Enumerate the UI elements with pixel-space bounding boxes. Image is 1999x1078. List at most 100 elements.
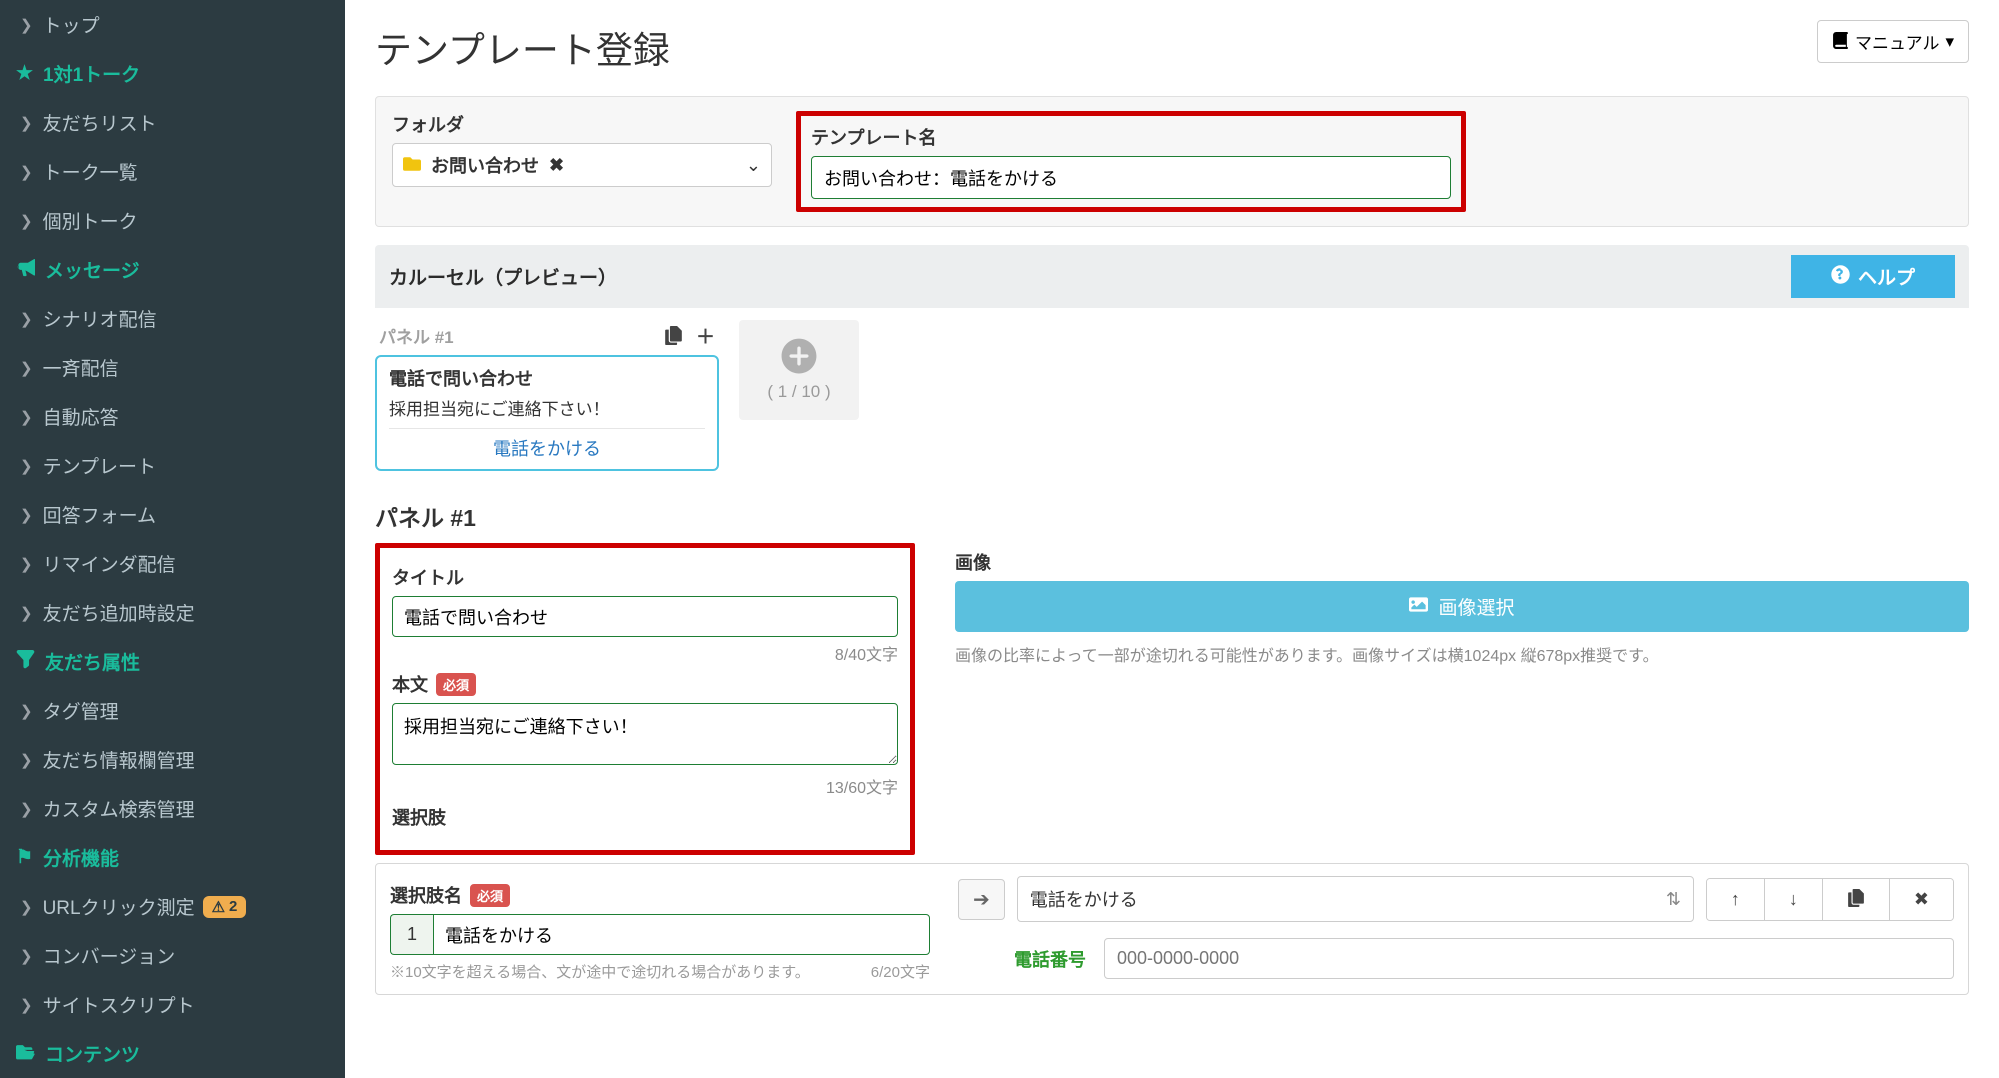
sidebar-item-scenario[interactable]: ❯シナリオ配信 bbox=[0, 294, 345, 343]
move-up-button[interactable]: ↑ bbox=[1707, 879, 1765, 920]
sidebar-item-tag[interactable]: ❯タグ管理 bbox=[0, 686, 345, 735]
sidebar-item-label: URLクリック測定 bbox=[43, 893, 195, 920]
chevron-right-icon: ❯ bbox=[20, 212, 33, 230]
sidebar-item-form[interactable]: ❯ 回答フォーム bbox=[0, 490, 345, 539]
sidebar-item-custom-search[interactable]: ❯カスタム検索管理 bbox=[0, 784, 345, 833]
panel-card-body: 採用担当宛にご連絡下さい！ bbox=[389, 395, 705, 420]
sidebar-item-friend-info[interactable]: ❯友だち情報欄管理 bbox=[0, 735, 345, 784]
sidebar-item-url-click[interactable]: ❯ URLクリック測定 ⚠2 bbox=[0, 882, 345, 931]
add-panel-card[interactable]: ( 1 / 10 ) bbox=[739, 320, 859, 420]
template-name-column: テンプレート名 bbox=[796, 111, 1466, 212]
chevron-down-icon: ⌄ bbox=[746, 155, 761, 176]
sidebar-item-talk-list[interactable]: ❯トーク一覧 bbox=[0, 147, 345, 196]
choice-counter: 6/20文字 bbox=[871, 961, 930, 982]
sidebar-header-talk[interactable]: 1対1トーク bbox=[0, 49, 345, 98]
duplicate-button[interactable] bbox=[1823, 879, 1890, 920]
arrow-right-icon[interactable]: ➔ bbox=[958, 879, 1005, 920]
sidebar-item-site-script[interactable]: ❯サイトスクリプト bbox=[0, 980, 345, 1029]
template-name-label: テンプレート名 bbox=[811, 124, 1451, 150]
chevron-right-icon: ❯ bbox=[20, 604, 33, 622]
updown-icon: ⇅ bbox=[1666, 889, 1681, 910]
move-down-button[interactable]: ↓ bbox=[1765, 879, 1823, 920]
chevron-right-icon: ❯ bbox=[20, 506, 33, 524]
phone-input[interactable] bbox=[1104, 938, 1954, 979]
plus-icon[interactable]: ＋ bbox=[696, 327, 715, 348]
sidebar-item-label: トップ bbox=[43, 11, 100, 38]
sidebar-header-analytics[interactable]: 分析機能 bbox=[0, 833, 345, 882]
folder-open-icon bbox=[16, 1042, 35, 1065]
choice-section: 選択肢名必須 1 ※10文字を超える場合、文が途中で途切れる場合があります。 6… bbox=[375, 863, 1969, 995]
sidebar-item-template[interactable]: ❯テンプレート bbox=[0, 441, 345, 490]
close-icon[interactable]: ✖ bbox=[549, 155, 564, 176]
sidebar-item-label: 友だち追加時設定 bbox=[43, 599, 195, 626]
chevron-right-icon: ❯ bbox=[20, 16, 33, 34]
sidebar-item-label: 回答フォーム bbox=[43, 501, 156, 528]
body-counter: 13/60文字 bbox=[392, 774, 898, 798]
editor-right: 画像 画像選択 画像の比率によって一部が途切れる可能性があります。画像サイズは横… bbox=[955, 543, 1969, 666]
sidebar-header-label: 1対1トーク bbox=[43, 60, 140, 87]
panel-card-title: 電話で問い合わせ bbox=[389, 365, 705, 391]
sidebar-header-attribute[interactable]: 友だち属性 bbox=[0, 637, 345, 686]
chevron-right-icon: ❯ bbox=[20, 310, 33, 328]
choice-name-row: 1 bbox=[390, 914, 930, 955]
choice-number: 1 bbox=[390, 914, 433, 955]
question-icon bbox=[1831, 265, 1850, 288]
help-button[interactable]: ヘルプ bbox=[1791, 255, 1955, 298]
body-field-label: 本文必須 bbox=[392, 671, 898, 697]
bullhorn-icon bbox=[16, 258, 35, 281]
required-badge: 必須 bbox=[436, 673, 476, 696]
choice-right: ➔ 電話をかける ⇅ ↑ ↓ ✖ bbox=[958, 876, 1954, 979]
warning-badge: ⚠2 bbox=[203, 896, 247, 918]
sidebar-item-label: 自動応答 bbox=[43, 403, 119, 430]
folder-select[interactable]: お問い合わせ ✖ ⌄ bbox=[392, 143, 772, 187]
preview-header: カルーセル（プレビュー） ヘルプ bbox=[375, 245, 1969, 308]
choice-name-input[interactable] bbox=[433, 914, 930, 955]
sidebar-item-label: トーク一覧 bbox=[43, 158, 138, 185]
sidebar-header-contents[interactable]: コンテンツ bbox=[0, 1029, 345, 1078]
action-select[interactable]: 電話をかける ⇅ bbox=[1017, 876, 1694, 922]
chevron-right-icon: ❯ bbox=[20, 898, 33, 916]
chevron-right-icon: ❯ bbox=[20, 996, 33, 1014]
template-name-input[interactable] bbox=[811, 156, 1451, 199]
panel-card[interactable]: 電話で問い合わせ 採用担当宛にご連絡下さい！ 電話をかける bbox=[375, 355, 719, 471]
chevron-right-icon: ❯ bbox=[20, 751, 33, 769]
sidebar-item-broadcast[interactable]: ❯一斉配信 bbox=[0, 343, 345, 392]
sidebar-item-friend-list[interactable]: ❯友だちリスト bbox=[0, 98, 345, 147]
panel-counter: ( 1 / 10 ) bbox=[767, 382, 830, 402]
panel-card-action[interactable]: 電話をかける bbox=[389, 428, 705, 461]
sidebar-header-message[interactable]: メッセージ bbox=[0, 245, 345, 294]
page-title: テンプレート登録 bbox=[375, 20, 670, 74]
sidebar-item-friend-add-settings[interactable]: ❯ 友だち追加時設定 bbox=[0, 588, 345, 637]
manual-button[interactable]: マニュアル ▾ bbox=[1817, 20, 1969, 63]
sidebar-item-label: タグ管理 bbox=[43, 697, 119, 724]
sidebar-item-conversion[interactable]: ❯コンバージョン bbox=[0, 931, 345, 980]
sidebar-item-auto-reply[interactable]: ❯自動応答 bbox=[0, 392, 345, 441]
copy-icon[interactable] bbox=[664, 327, 683, 348]
choice-note-text: ※10文字を超える場合、文が途中で途切れる場合があります。 bbox=[390, 961, 810, 982]
title-counter: 8/40文字 bbox=[392, 641, 898, 665]
image-note: 画像の比率によって一部が途切れる可能性があります。画像サイズは横1024px 縦… bbox=[955, 642, 1969, 666]
chevron-right-icon: ❯ bbox=[20, 555, 33, 573]
preview-section: カルーセル（プレビュー） ヘルプ パネル #1 ＋ bbox=[375, 245, 1969, 471]
sidebar-header-label: 友だち属性 bbox=[45, 648, 140, 675]
sidebar-item-individual-talk[interactable]: ❯個別トーク bbox=[0, 196, 345, 245]
sidebar-item-label: リマインダ配信 bbox=[43, 550, 176, 577]
required-badge: 必須 bbox=[470, 884, 510, 907]
sidebar-item-top[interactable]: ❯ トップ bbox=[0, 0, 345, 49]
delete-button[interactable]: ✖ bbox=[1890, 879, 1953, 920]
flag-icon bbox=[16, 846, 33, 869]
image-select-button[interactable]: 画像選択 bbox=[955, 581, 1969, 632]
preview-title: カルーセル（プレビュー） bbox=[389, 263, 617, 290]
sidebar-item-reminder[interactable]: ❯ リマインダ配信 bbox=[0, 539, 345, 588]
choice-left: 選択肢名必須 1 ※10文字を超える場合、文が途中で途切れる場合があります。 6… bbox=[390, 876, 930, 982]
panel-card-wrap: パネル #1 ＋ 電話で問い合わせ 採用担当宛にご連絡下さい！ 電話をかける bbox=[375, 320, 719, 471]
title-input[interactable] bbox=[392, 596, 898, 637]
preview-body: パネル #1 ＋ 電話で問い合わせ 採用担当宛にご連絡下さい！ 電話をかける bbox=[375, 308, 1969, 471]
sidebar-item-label: 友だちリスト bbox=[43, 109, 157, 136]
choice-name-label: 選択肢名必須 bbox=[390, 882, 930, 908]
choice-name-label-text: 選択肢名 bbox=[390, 882, 462, 908]
main-content: テンプレート登録 マニュアル ▾ フォルダ お問い合わせ ✖ ⌄ bbox=[345, 0, 1999, 1078]
topbar: テンプレート登録 マニュアル ▾ bbox=[345, 0, 1999, 84]
panel-editor-heading: パネル #1 bbox=[375, 499, 1969, 533]
body-textarea[interactable] bbox=[392, 703, 898, 765]
